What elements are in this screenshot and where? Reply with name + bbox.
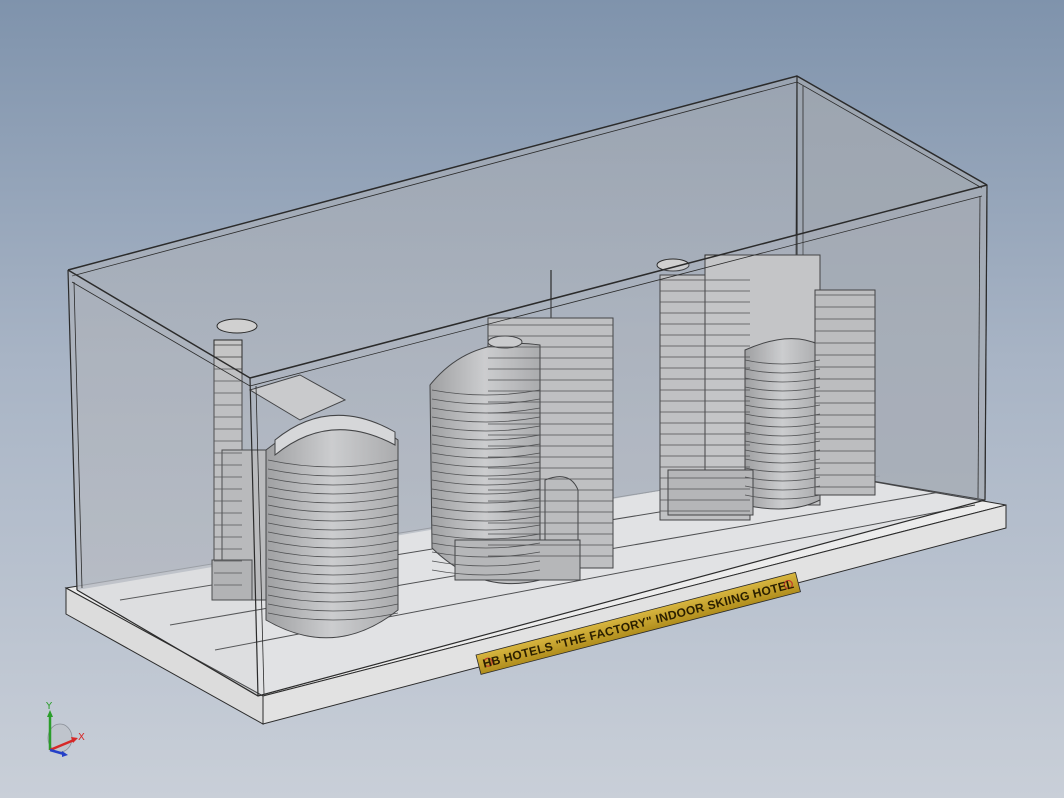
x-axis-label: X (78, 732, 85, 743)
model-display-case[interactable]: HB HOTELS "THE FACTORY" INDOOR SKIING HO… (0, 0, 1064, 798)
axis-triad: Y X (45, 701, 85, 757)
cad-viewport[interactable]: HB HOTELS "THE FACTORY" INDOOR SKIING HO… (0, 0, 1064, 798)
y-axis-label: Y (45, 701, 53, 712)
